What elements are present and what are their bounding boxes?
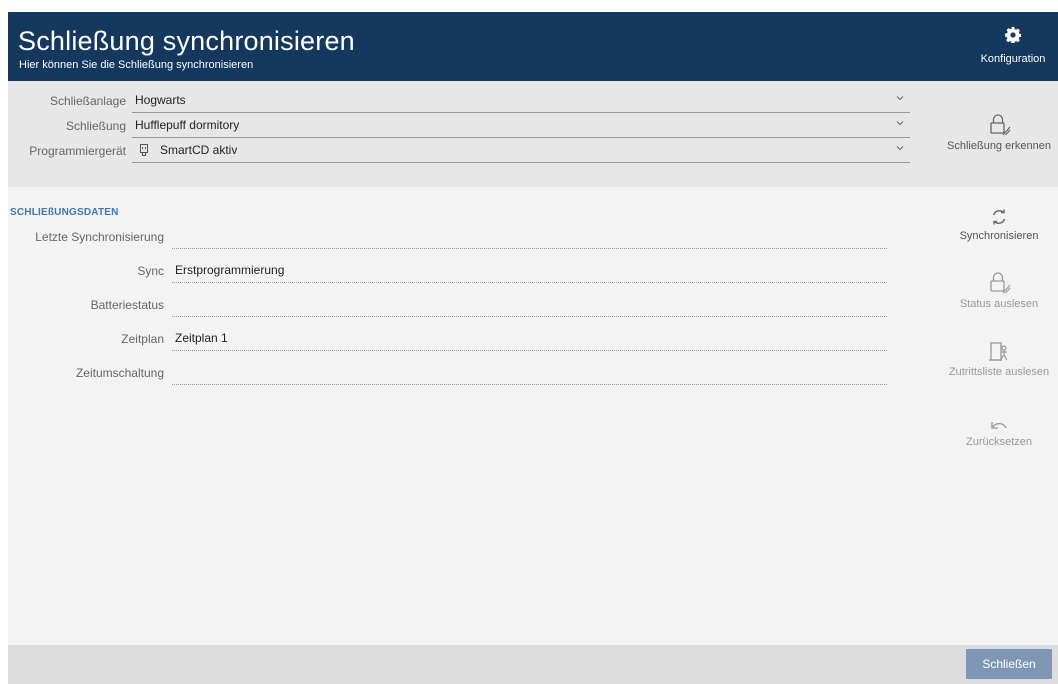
programmiergeraet-label: Programmiergerät: [29, 144, 126, 158]
selection-panel: Schließanlage Hogwarts Schließung Huffle…: [8, 81, 1058, 187]
usb-device-icon: [140, 144, 148, 156]
recognize-lock-label: Schließung erkennen: [947, 140, 1051, 152]
read-access-list-label: Zutrittsliste auslesen: [948, 366, 1050, 378]
detail-label-last-sync: Letzte Synchronisierung: [35, 230, 164, 244]
section-title: SCHLIEßUNGSDATEN: [10, 207, 119, 218]
read-status-label: Status auslesen: [959, 298, 1039, 310]
reset-button[interactable]: Zurücksetzen: [940, 419, 1058, 448]
schliessanlage-label: Schließanlage: [49, 94, 126, 108]
undo-icon: [991, 422, 1007, 429]
page-subtitle: Hier können Sie die Schließung synchroni…: [19, 59, 254, 71]
detail-field-battery: [172, 293, 887, 317]
door-person-icon: [989, 342, 1008, 361]
detail-field-last-sync: [172, 225, 887, 249]
detail-label-schedule: Zeitplan: [121, 332, 164, 346]
detail-label-sync: Sync: [137, 264, 164, 278]
detail-label-battery: Batteriestatus: [90, 298, 164, 312]
chevron-down-icon: [896, 121, 904, 126]
lock-wireless-icon: [990, 272, 1011, 294]
close-button[interactable]: Schließen: [966, 649, 1052, 679]
schliessanlage-dropdown[interactable]: Hogwarts: [132, 89, 910, 113]
chevron-down-icon: [896, 96, 904, 101]
configuration-label: Konfiguration: [980, 53, 1046, 65]
lock-wireless-icon: [990, 114, 1011, 136]
read-access-list-button[interactable]: Zutrittsliste auslesen: [940, 341, 1058, 378]
schliessung-value: Hufflepuff dormitory: [135, 118, 240, 132]
gear-icon: [1005, 27, 1021, 43]
schliessung-label: Schließung: [65, 119, 126, 133]
reset-label: Zurücksetzen: [965, 436, 1033, 448]
sync-icon: [992, 209, 1006, 225]
detail-field-time-switch: [172, 361, 887, 385]
detail-label-time-switch: Zeitumschaltung: [75, 366, 164, 380]
recognize-lock-button[interactable]: Schließung erkennen: [940, 113, 1058, 152]
detail-field-schedule: Zeitplan 1: [172, 327, 887, 351]
schliessung-dropdown[interactable]: Hufflepuff dormitory: [132, 114, 910, 138]
detail-value-schedule: Zeitplan 1: [175, 331, 228, 345]
sync-dialog: Schließung synchronisieren Hier können S…: [8, 12, 1058, 684]
synchronize-button[interactable]: Synchronisieren: [940, 207, 1058, 242]
detail-value-sync: Erstprogrammierung: [175, 263, 285, 277]
chevron-down-icon: [896, 146, 904, 151]
programmiergeraet-dropdown[interactable]: SmartCD aktiv: [132, 139, 910, 163]
schliessanlage-value: Hogwarts: [135, 93, 186, 107]
programmiergeraet-value: SmartCD aktiv: [160, 143, 238, 157]
lock-data-panel: SCHLIEßUNGSDATEN Letzte Synchronisierung…: [8, 187, 1058, 645]
header-bar: Schließung synchronisieren Hier können S…: [8, 12, 1058, 81]
detail-field-sync: Erstprogrammierung: [172, 259, 887, 283]
read-status-button[interactable]: Status auslesen: [940, 271, 1058, 310]
configuration-button[interactable]: Konfiguration: [968, 12, 1058, 81]
synchronize-label: Synchronisieren: [959, 230, 1039, 242]
footer-bar: Schließen: [8, 645, 1058, 684]
page-title: Schließung synchronisieren: [18, 26, 355, 56]
